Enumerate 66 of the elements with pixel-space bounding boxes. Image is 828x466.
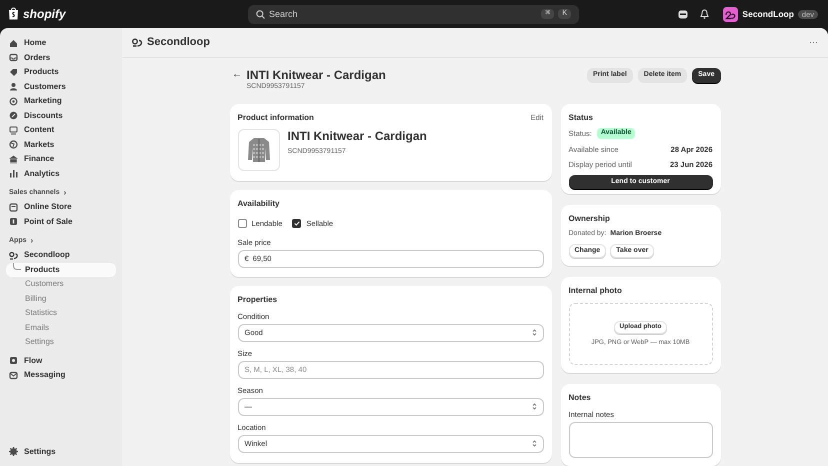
- logo-text: shopify: [23, 6, 66, 22]
- sidebar-item[interactable]: Marketing: [6, 94, 116, 108]
- shortcut-key: K: [558, 9, 571, 19]
- search-field[interactable]: Search ⌘ K: [248, 4, 579, 24]
- home-icon: [9, 38, 18, 48]
- loop-icon: [132, 38, 143, 47]
- page-title: INTI Knitwear - Cardigan: [246, 68, 386, 82]
- sidebar-item[interactable]: Markets: [6, 138, 116, 152]
- sidebar-subitem[interactable]: Statistics: [6, 306, 116, 320]
- settings-icon: [9, 447, 18, 456]
- checkbox[interactable]: [238, 218, 246, 228]
- sidebar-item[interactable]: Flow: [6, 354, 116, 368]
- sidebar-item[interactable]: Messaging: [6, 368, 116, 382]
- sidebar-item[interactable]: Secondloop: [6, 248, 116, 262]
- card-heading: Ownership: [568, 214, 611, 224]
- sidebar-subitem[interactable]: Settings: [6, 335, 116, 350]
- sidebar-subitem[interactable]: Customers: [6, 277, 116, 292]
- sidebar-item[interactable]: Finance: [6, 152, 116, 166]
- target-icon: [9, 96, 18, 106]
- inbox-icon: [9, 53, 18, 62]
- chevron-up-down-icon: [532, 403, 536, 410]
- store-name: SecondLoop: [742, 8, 794, 20]
- sidebar-item[interactable]: Orders: [6, 50, 116, 65]
- bell-icon: [700, 9, 710, 19]
- search-icon: [256, 10, 265, 18]
- shopping-bag-icon: [8, 7, 19, 20]
- sidebar-item[interactable]: Analytics: [6, 166, 116, 181]
- storefront-icon: [9, 202, 18, 212]
- bank-icon: [9, 154, 18, 164]
- app-title: Secondloop: [147, 36, 210, 50]
- chevron-up-down-icon: [532, 440, 536, 448]
- back-button[interactable]: ←: [230, 69, 242, 82]
- pos-icon: [9, 217, 18, 226]
- flow-icon: [9, 356, 18, 366]
- person-icon: [9, 82, 18, 92]
- checkbox[interactable]: [292, 218, 302, 228]
- sidebar-item[interactable]: Customers: [6, 80, 116, 94]
- card-heading: Notes: [568, 392, 592, 402]
- chevron-up-down-icon: [532, 329, 536, 336]
- sidebar-item[interactable]: Home: [6, 36, 116, 50]
- sidebar-item[interactable]: Discounts: [6, 108, 116, 123]
- product-name: INTI Knitwear - Cardigan: [288, 129, 427, 144]
- monitor-icon: [9, 126, 18, 135]
- card-heading: Product information: [238, 112, 314, 122]
- card-heading: Properties: [238, 294, 278, 305]
- notes-field[interactable]: [568, 422, 712, 458]
- search-placeholder: Search: [269, 8, 298, 20]
- more-button[interactable]: ···: [809, 37, 818, 48]
- tag-icon: [9, 68, 18, 77]
- sidebar-item[interactable]: Content: [6, 123, 116, 138]
- card-heading: Internal photo: [568, 286, 623, 296]
- sidebar-subitem[interactable]: Products: [6, 262, 116, 277]
- shortcut-key: ⌘: [541, 9, 554, 19]
- bar-chart-icon: [9, 169, 18, 178]
- store-avatar-icon: [723, 6, 738, 22]
- sidebar-item[interactable]: Settings: [6, 444, 116, 459]
- sidebar-subitem[interactable]: Billing: [6, 292, 116, 306]
- cardigan-icon: [246, 136, 270, 164]
- card-heading: Status: [568, 112, 594, 122]
- sidebar-item[interactable]: Point of Sale: [6, 214, 116, 229]
- mail-icon: [9, 370, 18, 380]
- sidebar-item[interactable]: Products: [6, 65, 116, 80]
- sidebar-subitem[interactable]: Emails: [6, 320, 116, 335]
- card-heading: Availability: [238, 199, 280, 209]
- sidebar-item[interactable]: Online Store: [6, 200, 116, 214]
- loop-icon: [9, 250, 18, 260]
